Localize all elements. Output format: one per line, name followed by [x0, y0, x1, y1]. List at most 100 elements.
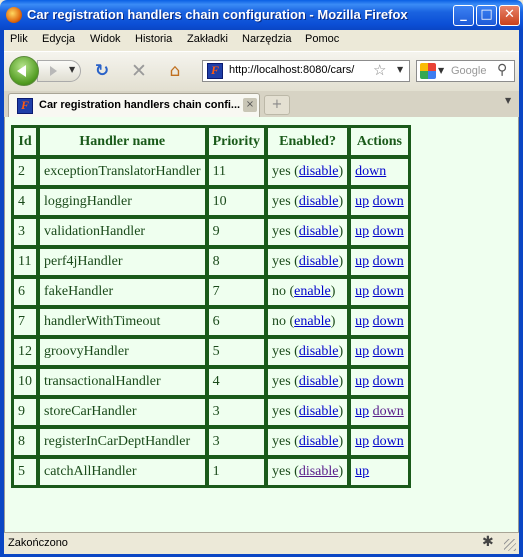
enabled-status: yes (	[271, 404, 299, 419]
table-row: 5 catchAllHandler 1 yes (disable) up	[12, 457, 410, 487]
cell-handler-name: registerInCarDeptHandler	[38, 427, 207, 457]
cell-priority: 11	[206, 157, 266, 187]
up-link[interactable]: up	[355, 434, 369, 449]
enabled-status: no (	[271, 284, 295, 299]
up-link[interactable]: up	[355, 224, 369, 239]
tab-close-icon[interactable]: ×	[243, 98, 257, 112]
table-row: 12 groovyHandler 5 yes (disable) up down	[12, 337, 410, 367]
close-window-button[interactable]: ✕	[499, 5, 520, 26]
toggle-link[interactable]: disable	[299, 464, 339, 479]
enabled-status: yes (	[271, 344, 299, 359]
cell-enabled: yes (disable)	[265, 457, 350, 487]
tab-favicon	[17, 98, 33, 114]
up-link[interactable]: up	[355, 254, 369, 269]
new-tab-button[interactable]: +	[264, 95, 290, 115]
window-title: Car registration handlers chain configur…	[27, 7, 408, 22]
toggle-link[interactable]: disable	[299, 344, 339, 359]
down-link[interactable]: down	[373, 194, 404, 209]
stop-icon[interactable]: ✕	[129, 61, 149, 81]
menu-historia[interactable]: Historia	[135, 33, 172, 45]
enabled-status: yes (	[271, 194, 299, 209]
toggle-link[interactable]: disable	[299, 254, 339, 269]
cell-id: 5	[12, 457, 38, 487]
up-link[interactable]: up	[355, 464, 369, 479]
enabled-status: yes (	[271, 164, 299, 179]
back-button[interactable]	[9, 56, 39, 86]
up-link[interactable]: up	[355, 194, 369, 209]
down-link[interactable]: down	[373, 374, 404, 389]
forward-icon	[50, 66, 57, 76]
down-link[interactable]: down	[373, 344, 404, 359]
cell-handler-name: storeCarHandler	[38, 397, 207, 427]
toggle-link[interactable]: disable	[299, 194, 339, 209]
toggle-link[interactable]: disable	[299, 164, 339, 179]
tab-label: Car registration handlers chain confi...	[39, 99, 241, 111]
up-link[interactable]: up	[355, 314, 369, 329]
down-link[interactable]: down	[373, 224, 404, 239]
enabled-suffix: )	[330, 314, 336, 329]
down-link[interactable]: down	[373, 434, 404, 449]
header-priority: Priority	[206, 126, 266, 157]
tab-active[interactable]: Car registration handlers chain confi...…	[8, 93, 260, 117]
toggle-link[interactable]: disable	[299, 224, 339, 239]
cell-id: 2	[12, 157, 38, 187]
cell-enabled: yes (disable)	[265, 427, 350, 457]
enabled-suffix: )	[338, 464, 344, 479]
down-link[interactable]: down	[373, 254, 404, 269]
list-all-tabs-icon[interactable]: ▼	[505, 96, 511, 105]
menu-edycja[interactable]: Edycja	[42, 33, 75, 45]
minimize-button[interactable]: _	[453, 5, 474, 26]
search-input[interactable]: Google	[451, 65, 486, 77]
up-link[interactable]: up	[355, 404, 369, 419]
url-bar[interactable]: http://localhost:8080/cars/ ☆ ▼	[202, 60, 410, 82]
toggle-link[interactable]: enable	[294, 314, 331, 329]
cell-id: 3	[12, 217, 38, 247]
handlers-table: Id Handler name Priority Enabled? Action…	[11, 125, 411, 488]
status-text: Zakończono	[8, 537, 68, 549]
enabled-suffix: )	[338, 434, 344, 449]
cell-actions: up down	[349, 277, 410, 307]
reload-icon[interactable]: ↻	[92, 61, 112, 81]
menu-widok[interactable]: Widok	[90, 33, 121, 45]
window-titlebar[interactable]: Car registration handlers chain configur…	[0, 0, 523, 30]
menu-narzedzia[interactable]: Narzędzia	[242, 33, 292, 45]
history-dropdown-icon[interactable]: ▼	[69, 65, 75, 74]
up-link[interactable]: up	[355, 374, 369, 389]
table-row: 8 registerInCarDeptHandler 3 yes (disabl…	[12, 427, 410, 457]
enabled-status: yes (	[271, 224, 299, 239]
cell-priority: 1	[206, 457, 266, 487]
menu-pomoc[interactable]: Pomoc	[305, 33, 339, 45]
search-bar[interactable]: ▼ Google ⚲	[416, 60, 515, 82]
maximize-button[interactable]: □	[476, 5, 497, 26]
url-text[interactable]: http://localhost:8080/cars/	[229, 64, 354, 76]
up-link[interactable]: up	[355, 344, 369, 359]
bookmark-star-icon[interactable]: ☆	[373, 61, 386, 79]
toggle-link[interactable]: enable	[294, 284, 331, 299]
addon-bug-icon[interactable]: ✱	[482, 534, 494, 550]
table-row: 4 loggingHandler 10 yes (disable) up dow…	[12, 187, 410, 217]
cell-handler-name: handlerWithTimeout	[38, 307, 207, 337]
header-id: Id	[12, 126, 38, 157]
toggle-link[interactable]: disable	[299, 404, 339, 419]
down-link[interactable]: down	[355, 164, 386, 179]
down-link[interactable]: down	[373, 314, 404, 329]
cell-priority: 5	[206, 337, 266, 367]
cell-enabled: yes (disable)	[265, 337, 350, 367]
home-icon[interactable]: ⌂	[165, 61, 185, 81]
cell-enabled: yes (disable)	[265, 217, 350, 247]
toggle-link[interactable]: disable	[299, 434, 339, 449]
search-engine-dropdown-icon[interactable]: ▼	[438, 66, 444, 75]
menu-zakladki[interactable]: Zakładki	[187, 33, 228, 45]
down-link[interactable]: down	[373, 284, 404, 299]
cell-actions: up down	[349, 247, 410, 277]
cell-actions: up down	[349, 397, 410, 427]
url-dropdown-icon[interactable]: ▼	[397, 65, 403, 74]
search-engine-icon[interactable]	[420, 63, 436, 79]
toggle-link[interactable]: disable	[299, 374, 339, 389]
down-link[interactable]: down	[373, 404, 404, 419]
resize-grip-icon[interactable]	[504, 539, 516, 551]
up-link[interactable]: up	[355, 284, 369, 299]
forward-button[interactable]: ▼	[37, 60, 81, 82]
menu-plik[interactable]: Plik	[10, 33, 28, 45]
magnifier-icon[interactable]: ⚲	[497, 62, 507, 78]
